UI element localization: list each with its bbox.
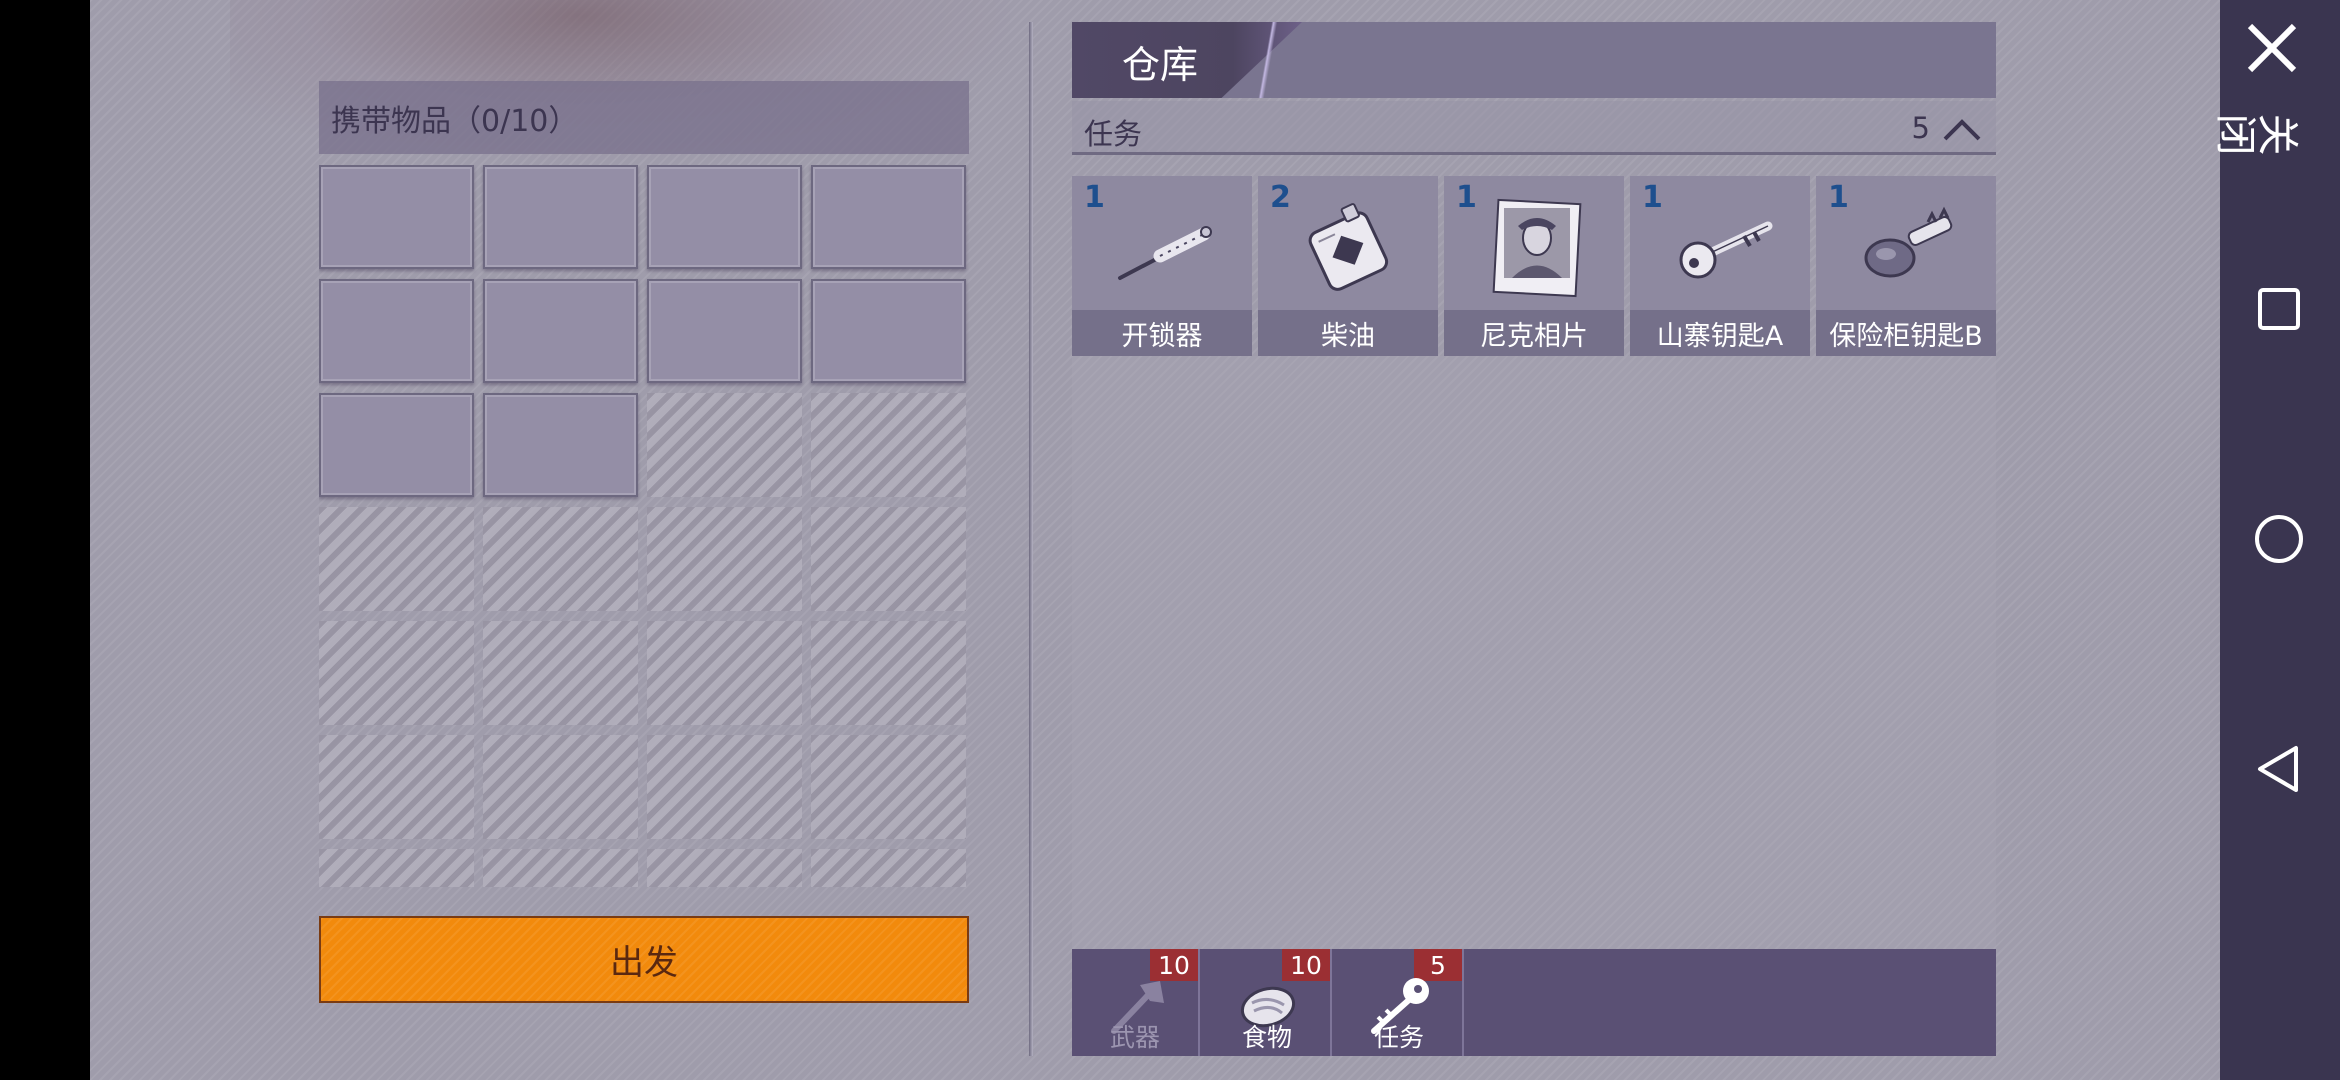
carry-slot[interactable] xyxy=(647,165,802,269)
locked-slot xyxy=(811,393,966,497)
carry-slot[interactable] xyxy=(483,165,638,269)
home-icon[interactable] xyxy=(2252,512,2306,566)
close-button[interactable]: 关闭 xyxy=(2216,20,2300,210)
safe-key-icon xyxy=(1864,206,1953,278)
tab-label: 武器 xyxy=(1109,1023,1160,1052)
locked-slot xyxy=(647,735,802,839)
locked-slot xyxy=(483,621,638,725)
recent-apps-icon[interactable] xyxy=(2252,282,2306,336)
carry-items-title: 携带物品（0/10） xyxy=(331,103,579,139)
item-name: 开锁器 xyxy=(1072,310,1252,356)
tab-food[interactable]: 10 食物 xyxy=(1204,949,1332,1056)
tab-tasks[interactable]: 5 任务 xyxy=(1336,949,1464,1056)
back-icon[interactable] xyxy=(2252,742,2306,796)
game-screen: 携带物品（0/10） 出发 仓库 任务 5 1 开锁器 2 柴油 1 尼克相片 … xyxy=(90,0,2220,1080)
close-label: 关闭 xyxy=(2216,107,2300,156)
item-name: 柴油 xyxy=(1258,310,1438,356)
depart-button-label: 出发 xyxy=(610,943,678,983)
photo-portrait-icon xyxy=(1492,198,1582,298)
lockpick-icon xyxy=(1118,226,1212,280)
item-name: 保险柜钥匙B xyxy=(1816,310,1996,356)
chevron-up-icon[interactable] xyxy=(1942,119,1982,141)
key-icon xyxy=(1679,221,1773,279)
locked-slot xyxy=(319,735,474,839)
locked-slot xyxy=(647,621,802,725)
carry-slot[interactable] xyxy=(647,279,802,383)
item-lockpick[interactable]: 1 开锁器 xyxy=(1072,176,1252,356)
tab-label: 任务 xyxy=(1373,1023,1424,1052)
item-name: 山寨钥匙A xyxy=(1630,310,1810,356)
item-safe-key-b[interactable]: 1 保险柜钥匙B xyxy=(1816,176,1996,356)
locked-slot xyxy=(483,507,638,611)
category-label: 任务 xyxy=(1084,117,1143,151)
locked-slot xyxy=(483,849,638,887)
item-name: 尼克相片 xyxy=(1444,310,1624,356)
carry-slot[interactable] xyxy=(319,165,474,269)
carry-slot-grid xyxy=(319,165,969,887)
category-count: 5 xyxy=(1911,111,1930,145)
locked-slot xyxy=(811,849,966,887)
carry-slot[interactable] xyxy=(319,279,474,383)
locked-slot xyxy=(647,393,802,497)
tab-label: 食物 xyxy=(1241,1023,1292,1052)
item-key-a[interactable]: 1 山寨钥匙A xyxy=(1630,176,1810,356)
item-diesel[interactable]: 2 柴油 xyxy=(1258,176,1438,356)
locked-slot xyxy=(811,735,966,839)
close-icon xyxy=(2247,23,2297,73)
depart-button[interactable]: 出发 xyxy=(319,916,969,1003)
diesel-jerrycan-icon xyxy=(1308,203,1389,291)
item-nick-photo[interactable]: 1 尼克相片 xyxy=(1444,176,1624,356)
carry-slot[interactable] xyxy=(319,393,474,497)
carry-slot[interactable] xyxy=(483,279,638,383)
carry-slot[interactable] xyxy=(811,165,966,269)
locked-slot xyxy=(483,735,638,839)
warehouse-header: 仓库 xyxy=(1072,22,1996,98)
locked-slot xyxy=(319,621,474,725)
carry-slot[interactable] xyxy=(483,393,638,497)
warehouse-title: 仓库 xyxy=(1122,43,1199,87)
locked-slot xyxy=(811,621,966,725)
panel-divider xyxy=(1029,22,1033,1056)
warehouse-tab-highlight xyxy=(1227,22,1307,98)
warehouse-category-tabs: 10 武器 10 食物 5 任务 xyxy=(1072,949,1996,1056)
carry-items-header: 携带物品（0/10） xyxy=(319,81,969,154)
locked-slot xyxy=(811,507,966,611)
category-bar[interactable]: 任务 5 xyxy=(1072,101,1996,155)
warehouse-item-list: 1 开锁器 2 柴油 1 尼克相片 1 山寨钥匙A 1 保险柜钥匙B xyxy=(1072,176,1996,356)
locked-slot xyxy=(647,849,802,887)
locked-slot xyxy=(319,507,474,611)
locked-slot xyxy=(319,849,474,887)
warehouse-empty-area xyxy=(1072,356,1996,949)
carry-slot[interactable] xyxy=(811,279,966,383)
locked-slot xyxy=(647,507,802,611)
tab-weapons[interactable]: 10 武器 xyxy=(1072,949,1200,1056)
